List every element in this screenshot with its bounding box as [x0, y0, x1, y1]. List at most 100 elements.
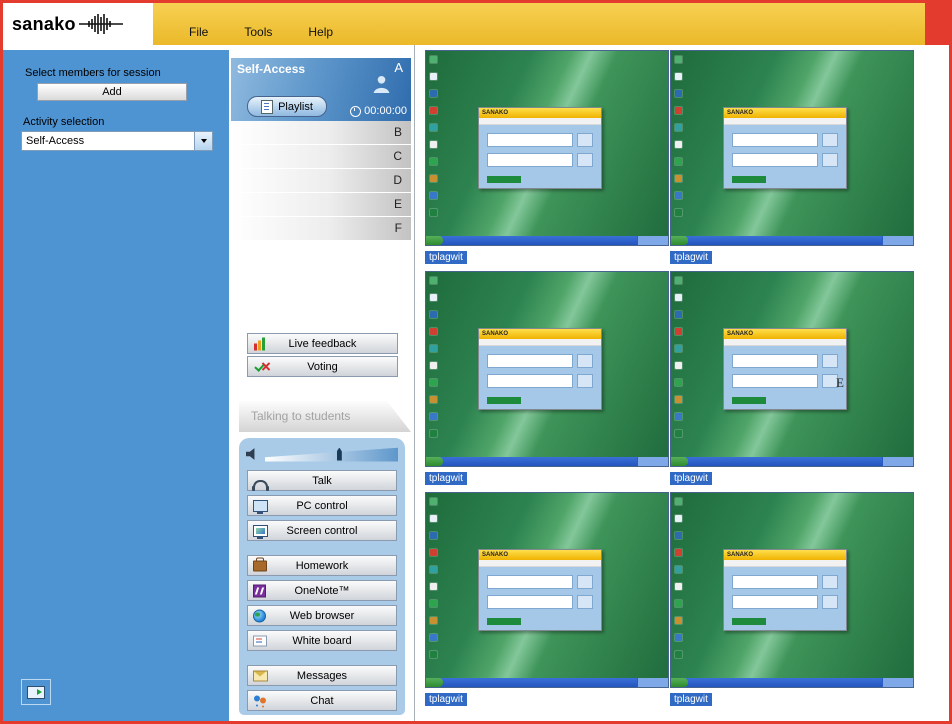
start-button-icon — [671, 457, 688, 466]
web-browser-button[interactable]: Web browser — [247, 605, 397, 626]
student-window-button — [822, 133, 838, 147]
desktop-icons — [675, 498, 682, 658]
student-icon — [372, 74, 391, 93]
student-name-label[interactable]: tplagwit — [670, 693, 712, 706]
menu-tools[interactable]: Tools — [244, 25, 272, 39]
student-name-label[interactable]: tplagwit — [670, 472, 712, 485]
add-button[interactable]: Add — [37, 83, 187, 101]
desktop-icon — [675, 413, 682, 420]
student-window-titlebar: SANAKO — [724, 550, 846, 560]
student-name-label[interactable]: tplagwit — [670, 251, 712, 264]
desktop-icon — [675, 56, 682, 63]
talk-label: Talk — [312, 475, 332, 487]
session-row-c[interactable]: C — [231, 145, 411, 168]
student-name-label[interactable]: tplagwit — [425, 693, 467, 706]
feedback-bars-icon — [254, 337, 266, 350]
student-window-title: SANAKO — [482, 552, 508, 558]
row-letter: F — [395, 221, 402, 235]
whiteboard-icon — [253, 635, 267, 646]
desktop-icons — [675, 277, 682, 437]
waveform-icon — [79, 13, 123, 35]
desktop-icon — [430, 345, 437, 352]
student-window-status — [487, 618, 521, 625]
voting-icon — [254, 360, 271, 373]
dropdown-button[interactable] — [194, 132, 212, 150]
system-tray — [882, 457, 913, 466]
desktop-icon — [675, 158, 682, 165]
homework-button[interactable]: Homework — [247, 555, 397, 576]
desktop-icon — [675, 277, 682, 284]
menu-help[interactable]: Help — [308, 25, 333, 39]
volume-slider[interactable] — [265, 447, 398, 462]
session-row-e[interactable]: E — [231, 193, 411, 216]
chat-button[interactable]: Chat — [247, 690, 397, 711]
session-a-header[interactable]: Self-Access A 00:00:00 Playlist — [231, 58, 411, 121]
desktop-icon — [430, 107, 437, 114]
logo-box: sanako — [3, 3, 153, 45]
student-window-track-row — [487, 374, 573, 388]
student-window-button — [822, 575, 838, 589]
sanako-logo: sanako — [12, 14, 76, 35]
envelope-icon — [253, 670, 268, 681]
student-screen-thumbnail[interactable]: SANAKO — [670, 271, 914, 467]
playlist-button[interactable]: Playlist — [247, 96, 327, 117]
monitor-icon — [253, 500, 268, 512]
activity-select[interactable]: Self-Access — [21, 131, 213, 151]
student-window-titlebar: SANAKO — [479, 108, 601, 118]
student-thumbnail-cell: SANAKO tplagwit — [670, 271, 914, 486]
desktop-icon — [675, 141, 682, 148]
globe-icon — [253, 609, 266, 622]
desktop-icon — [675, 549, 682, 556]
live-feedback-button[interactable]: Live feedback — [247, 333, 398, 354]
student-screens-area: SANAKO tplagwit — [416, 45, 949, 721]
menu-file[interactable]: File — [189, 25, 208, 39]
white-board-button[interactable]: White board — [247, 630, 397, 651]
session-panel: Self-Access A 00:00:00 Playlist B C D E … — [229, 45, 415, 721]
student-window-titlebar: SANAKO — [724, 329, 846, 339]
student-window-titlebar: SANAKO — [724, 108, 846, 118]
briefcase-icon — [253, 560, 267, 571]
student-window-button — [577, 575, 593, 589]
stray-character: E — [836, 375, 844, 391]
student-screen-thumbnail[interactable]: SANAKO — [425, 492, 669, 688]
desktop-icon — [675, 430, 682, 437]
session-row-d[interactable]: D — [231, 169, 411, 192]
student-window-track-row — [732, 133, 818, 147]
student-window-button — [577, 354, 593, 368]
messages-button[interactable]: Messages — [247, 665, 397, 686]
voting-button[interactable]: Voting — [247, 356, 398, 377]
screen-share-button[interactable] — [21, 679, 51, 705]
session-row-f[interactable]: F — [231, 217, 411, 240]
student-thumbnail-cell: SANAKO tplagwit — [425, 50, 669, 265]
student-window-button — [577, 153, 593, 167]
student-screen-thumbnail[interactable]: SANAKO — [670, 50, 914, 246]
student-name-label[interactable]: tplagwit — [425, 472, 467, 485]
desktop-icon — [430, 56, 437, 63]
window-frame-corner — [925, 3, 949, 45]
talk-button[interactable]: Talk — [247, 470, 397, 491]
desktop-icon — [675, 328, 682, 335]
pc-control-button[interactable]: PC control — [247, 495, 397, 516]
sidebar: Select members for session Add Activity … — [3, 50, 229, 721]
desktop-icon — [675, 192, 682, 199]
screen-share-icon — [27, 686, 45, 699]
student-app-window: SANAKO — [723, 328, 847, 410]
student-screen-thumbnail[interactable]: SANAKO — [425, 271, 669, 467]
row-letter: D — [393, 173, 402, 187]
onenote-button[interactable]: OneNote™ — [247, 580, 397, 601]
desktop-icon — [675, 634, 682, 641]
session-row-b[interactable]: B — [231, 121, 411, 144]
student-window-titlebar: SANAKO — [479, 329, 601, 339]
student-screen-thumbnail[interactable]: SANAKO — [425, 50, 669, 246]
student-window-title: SANAKO — [482, 331, 508, 337]
desktop-icon — [675, 209, 682, 216]
desktop-icon — [430, 430, 437, 437]
screen-control-button[interactable]: Screen control — [247, 520, 397, 541]
student-screen-thumbnail[interactable]: SANAKO — [670, 492, 914, 688]
volume-handle[interactable] — [337, 448, 342, 461]
row-letter: B — [394, 125, 402, 139]
headset-icon — [253, 480, 268, 490]
student-name-label[interactable]: tplagwit — [425, 251, 467, 264]
clock-icon — [350, 106, 361, 117]
student-app-window: SANAKO — [478, 107, 602, 189]
